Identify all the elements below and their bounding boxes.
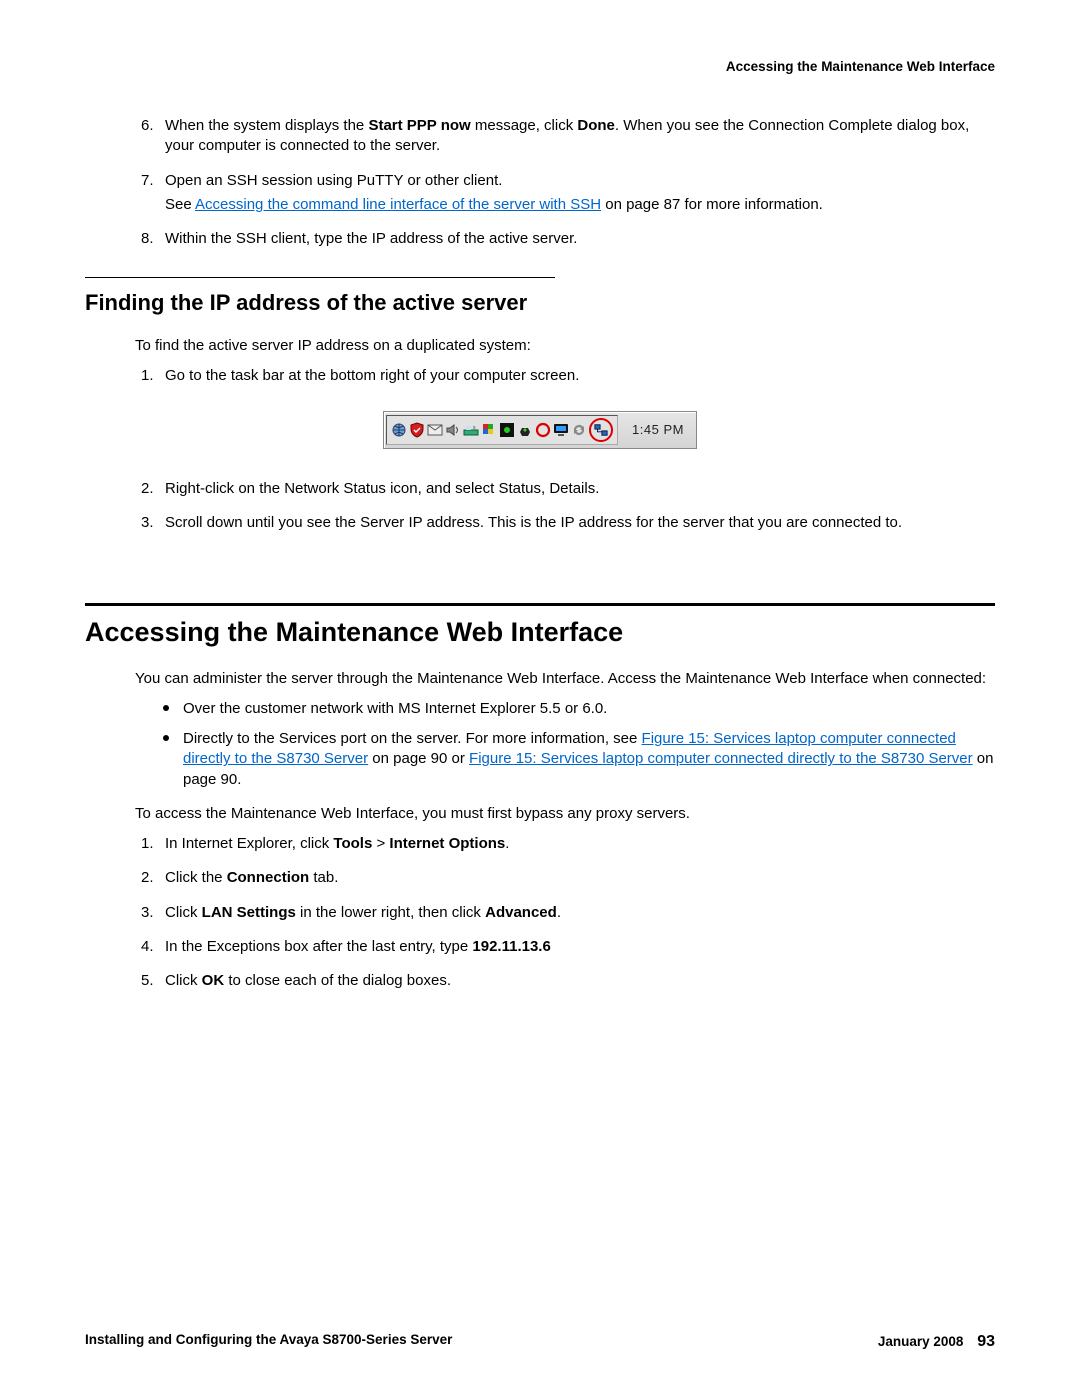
sync-icon [571,422,587,438]
text: Open an SSH session using PuTTY or other… [165,172,502,189]
text: Scroll down until you see the Server IP … [165,514,902,531]
proxy-step-3: 3. Click LAN Settings in the lower right… [165,903,995,923]
bullet-2: Directly to the Services port on the ser… [183,729,995,790]
text: . [557,904,561,921]
bold: Start PPP now [368,117,470,134]
system-tray: s [386,415,618,445]
mail-icon [427,422,443,438]
text: When the system displays the [165,117,368,134]
bold: LAN Settings [202,904,296,921]
globe-icon [391,422,407,438]
step-num: 7. [141,171,154,191]
bullet-1: Over the customer network with MS Intern… [183,699,995,719]
proxy-step-4: 4. In the Exceptions box after the last … [165,937,995,957]
step-8: 8. Within the SSH client, type the IP ad… [165,229,995,249]
taskbar-figure: s 1:45 PM [85,411,995,449]
text: in the lower right, then click [296,904,485,921]
text: tab. [309,869,338,886]
recycle-icon [517,422,533,438]
step-num: 3. [141,903,154,923]
bold: Advanced [485,904,557,921]
link-ssh-access[interactable]: Accessing the command line interface of … [195,196,601,213]
text: In Internet Explorer, click [165,835,333,852]
step-num: 2. [141,868,154,888]
step-num: 5. [141,971,154,991]
step-num: 8. [141,229,154,249]
page-footer: Installing and Configuring the Avaya S87… [85,1331,995,1353]
text: on page 87 for more information. [601,196,823,213]
step-num: 3. [141,513,154,533]
bold: Tools [333,835,372,852]
text: Within the SSH client, type the IP addre… [165,230,577,247]
step-6: 6. When the system displays the Start PP… [165,116,995,157]
text: Click [165,972,202,989]
bold: Done [577,117,615,134]
find-ip-step-1: 1. Go to the task bar at the bottom righ… [165,366,995,386]
step-num: 6. [141,116,154,136]
stop-icon [535,422,551,438]
intro-text: You can administer the server through th… [135,669,995,689]
heading-maintenance-web: Accessing the Maintenance Web Interface [85,614,995,650]
bold: 192.11.13.6 [472,938,550,955]
running-header: Accessing the Maintenance Web Interface [85,58,995,76]
bold: OK [202,972,225,989]
text: Click the [165,869,227,886]
text: Over the customer network with MS Intern… [183,700,607,717]
step-num: 4. [141,937,154,957]
flag-icon [481,422,497,438]
link-figure-15b[interactable]: Figure 15: Services laptop computer conn… [469,750,973,767]
footer-date: January 2008 [878,1334,964,1349]
modem-icon: s [463,422,479,438]
bold: Connection [227,869,310,886]
text: on page 90 or [368,750,469,767]
step-num: 1. [141,366,154,386]
text: . [505,835,509,852]
speaker-icon [445,422,461,438]
taskbar-clock: 1:45 PM [624,421,694,439]
bold: Internet Options [389,835,505,852]
monitor-icon [553,422,569,438]
proxy-step-2: 2. Click the Connection tab. [165,868,995,888]
section-rule-short [85,277,555,278]
step-num: 2. [141,479,154,499]
footer-title: Installing and Configuring the Avaya S87… [85,1331,452,1353]
proxy-intro: To access the Maintenance Web Interface,… [135,804,995,824]
text: message, click [471,117,578,134]
network-status-icon[interactable] [594,423,608,437]
step-num: 1. [141,834,154,854]
text: In the Exceptions box after the last ent… [165,938,472,955]
shield-icon [409,422,425,438]
find-ip-step-2: 2. Right-click on the Network Status ico… [165,479,995,499]
text: Directly to the Services port on the ser… [183,730,642,747]
text: See [165,196,195,213]
text: Go to the task bar at the bottom right o… [165,367,579,384]
section-rule-thick [85,603,995,606]
continued-steps: 6. When the system displays the Start PP… [85,116,995,249]
find-ip-step-3: 3. Scroll down until you see the Server … [165,513,995,533]
bullet-list: Over the customer network with MS Intern… [85,699,995,790]
windows-taskbar: s 1:45 PM [383,411,697,449]
step-7: 7. Open an SSH session using PuTTY or ot… [165,171,995,216]
page-number: 93 [977,1333,995,1350]
text: > [372,835,389,852]
heading-finding-ip: Finding the IP address of the active ser… [85,288,995,318]
text: Right-click on the Network Status icon, … [165,480,599,497]
security-icon [499,422,515,438]
proxy-step-5: 5. Click OK to close each of the dialog … [165,971,995,991]
text: Click [165,904,202,921]
intro-text: To find the active server IP address on … [135,336,995,356]
network-status-icon-circled [589,418,613,442]
text: to close each of the dialog boxes. [224,972,451,989]
proxy-step-1: 1. In Internet Explorer, click Tools > I… [165,834,995,854]
